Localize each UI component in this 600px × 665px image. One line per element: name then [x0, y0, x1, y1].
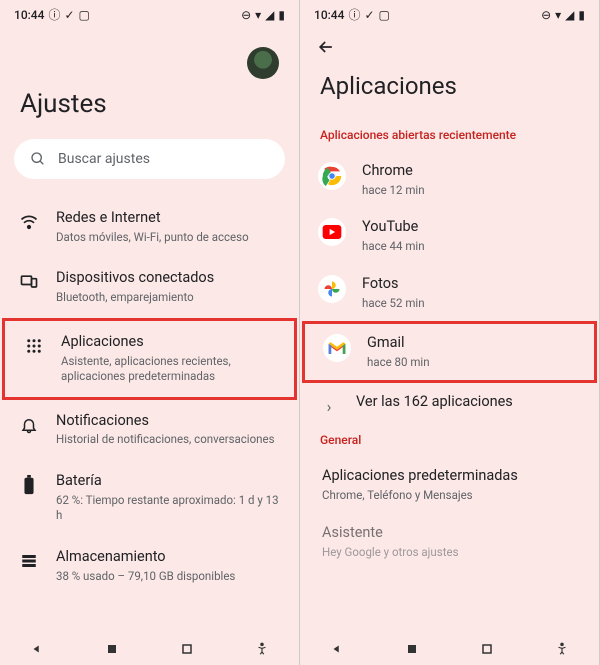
youtube-icon	[318, 218, 346, 246]
search-input[interactable]: Buscar ajustes	[14, 139, 285, 179]
item-title: Redes e Internet	[56, 209, 281, 228]
item-sub: Chrome, Teléfono y Mensajes	[322, 488, 581, 504]
wifi-icon	[18, 211, 40, 233]
wifi-status-icon: ▾	[255, 8, 261, 22]
status-time: 10:44	[14, 8, 44, 22]
signal-icon: ◢	[565, 8, 574, 22]
chrome-icon	[318, 162, 346, 190]
check-icon: ✓	[364, 8, 374, 22]
nav-back[interactable]	[329, 641, 345, 657]
status-time: 10:44	[314, 8, 344, 22]
nav-recent[interactable]	[479, 641, 495, 657]
info-icon: ⓘ	[48, 6, 60, 23]
settings-item-devices[interactable]: Dispositivos conectados Bluetooth, empar…	[0, 257, 299, 317]
status-bar: 10:44 ⓘ ✓ ▢ ⊖ ▾ ◢ ▮	[300, 0, 599, 29]
default-apps-item[interactable]: Aplicaciones predeterminadas Chrome, Tel…	[300, 457, 599, 513]
square-icon: ▢	[79, 8, 90, 22]
settings-item-battery[interactable]: Batería 62 %: Tiempo restante aproximado…	[0, 460, 299, 536]
app-sub: hace 80 min	[367, 355, 576, 371]
nav-accessibility[interactable]	[554, 641, 570, 657]
settings-screen: 10:44 ⓘ ✓ ▢ ⊖ ▾ ◢ ▮ Ajustes Buscar ajust…	[0, 0, 300, 665]
nav-recent[interactable]	[179, 641, 195, 657]
page-title: Aplicaciones	[300, 62, 599, 122]
app-item-gmail[interactable]: Gmail hace 80 min	[305, 324, 594, 380]
item-title: Dispositivos conectados	[56, 269, 281, 288]
status-bar: 10:44 ⓘ ✓ ▢ ⊖ ▾ ◢ ▮	[0, 0, 299, 29]
battery-status-icon: ▮	[278, 8, 285, 22]
see-all-label: Ver las 162 aplicaciones	[356, 393, 581, 412]
item-sub: 62 %: Tiempo restante aproximado: 1 d y …	[56, 493, 281, 524]
signal-icon: ◢	[265, 8, 274, 22]
battery-icon	[18, 474, 40, 496]
settings-item-storage[interactable]: Almacenamiento 38 % usado – 79,10 GB dis…	[0, 536, 299, 596]
dnd-icon: ⊖	[541, 8, 551, 22]
item-sub: Bluetooth, emparejamiento	[56, 290, 281, 306]
app-sub: hace 12 min	[362, 183, 581, 199]
app-item-photos[interactable]: Fotos hace 52 min	[300, 265, 599, 321]
item-sub: Historial de notificaciones, conversacio…	[56, 432, 281, 448]
highlight-apps: Aplicaciones Asistente, aplicaciones rec…	[2, 318, 297, 400]
item-sub: Datos móviles, Wi-Fi, punto de acceso	[56, 230, 281, 246]
apps-screen: 10:44 ⓘ ✓ ▢ ⊖ ▾ ◢ ▮ Aplicaciones Aplicac…	[300, 0, 600, 665]
apps-icon	[23, 335, 45, 357]
app-name: Chrome	[362, 162, 581, 181]
item-title: Almacenamiento	[56, 548, 281, 567]
notifications-icon	[18, 414, 40, 436]
search-icon	[30, 151, 46, 167]
nav-back[interactable]	[29, 641, 45, 657]
wifi-status-icon: ▾	[555, 8, 561, 22]
page-title: Ajustes	[0, 79, 299, 139]
square-icon: ▢	[379, 8, 390, 22]
storage-icon	[18, 550, 40, 572]
nav-bar	[0, 633, 299, 665]
app-name: YouTube	[362, 218, 581, 237]
highlight-gmail: Gmail hace 80 min	[302, 321, 597, 383]
item-sub: 38 % usado – 79,10 GB disponibles	[56, 569, 281, 585]
section-header-recent: Aplicaciones abiertas recientemente	[300, 122, 599, 152]
devices-icon	[18, 271, 40, 293]
settings-item-notifications[interactable]: Notificaciones Historial de notificacion…	[0, 400, 299, 460]
assistant-item[interactable]: Asistente Hey Google y otros ajustes	[300, 514, 599, 570]
item-sub: Hey Google y otros ajustes	[322, 545, 581, 561]
app-sub: hace 44 min	[362, 239, 581, 255]
item-title: Notificaciones	[56, 412, 281, 431]
info-icon: ⓘ	[348, 6, 360, 23]
check-icon: ✓	[64, 8, 74, 22]
item-title: Aplicaciones predeterminadas	[322, 467, 581, 486]
nav-accessibility[interactable]	[254, 641, 270, 657]
nav-home[interactable]	[404, 641, 420, 657]
chevron-right-icon: ›	[318, 395, 340, 417]
app-sub: hace 52 min	[362, 296, 581, 312]
item-sub: Asistente, aplicaciones recientes, aplic…	[61, 354, 276, 385]
settings-item-apps[interactable]: Aplicaciones Asistente, aplicaciones rec…	[5, 321, 294, 397]
app-name: Gmail	[367, 334, 576, 353]
app-name: Fotos	[362, 275, 581, 294]
item-title: Batería	[56, 472, 281, 491]
nav-bar	[300, 633, 599, 665]
search-placeholder: Buscar ajustes	[58, 151, 150, 167]
see-all-apps[interactable]: › Ver las 162 aplicaciones	[300, 383, 599, 427]
battery-status-icon: ▮	[578, 8, 585, 22]
app-item-chrome[interactable]: Chrome hace 12 min	[300, 152, 599, 208]
app-item-youtube[interactable]: YouTube hace 44 min	[300, 208, 599, 264]
settings-item-network[interactable]: Redes e Internet Datos móviles, Wi-Fi, p…	[0, 197, 299, 257]
dnd-icon: ⊖	[241, 8, 251, 22]
photos-icon	[318, 275, 346, 303]
item-title: Aplicaciones	[61, 333, 276, 352]
nav-home[interactable]	[104, 641, 120, 657]
item-title: Asistente	[322, 524, 581, 543]
section-header-general: General	[300, 427, 599, 457]
back-button[interactable]	[300, 29, 352, 62]
avatar[interactable]	[247, 47, 279, 79]
gmail-icon	[323, 334, 351, 362]
